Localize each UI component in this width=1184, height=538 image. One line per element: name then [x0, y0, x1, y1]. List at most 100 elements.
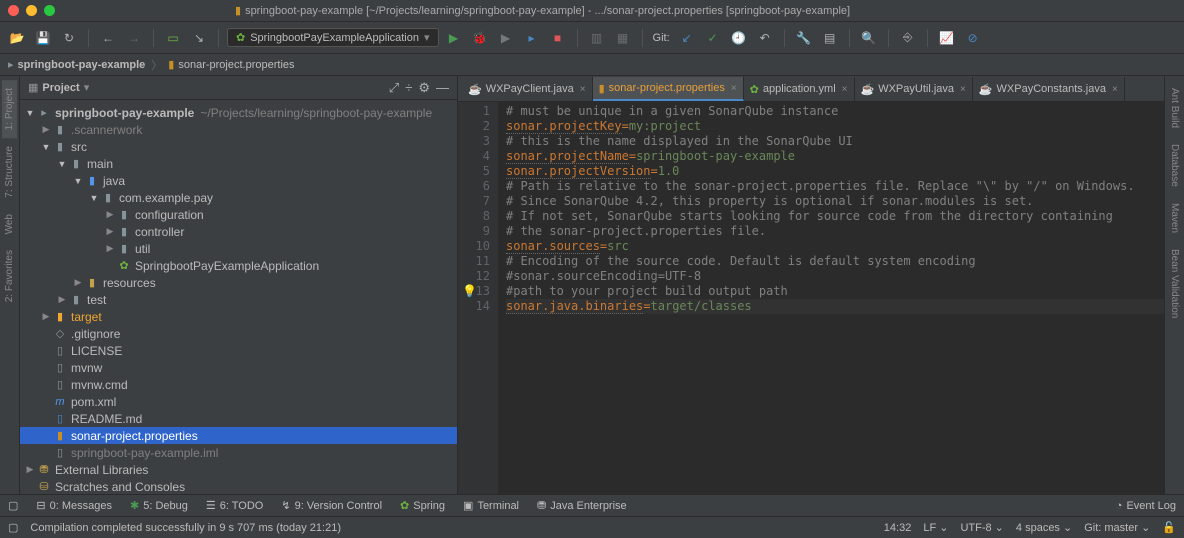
wrench-icon[interactable]: 🔧	[793, 27, 815, 49]
close-icon[interactable]: ×	[960, 84, 966, 95]
status-git-branch[interactable]: Git: master ⌄	[1084, 521, 1150, 534]
bottom-event-log[interactable]: ◔ Event Log	[1116, 500, 1176, 512]
tree-scratches[interactable]: ⛁Scratches and Consoles	[20, 478, 457, 494]
tree-external-libs[interactable]: ▶⛃External Libraries	[20, 461, 457, 478]
project-sidebar: ▦ Project ▾ ⤢ ÷ ⚙ — ▼▸springboot-pay-exa…	[20, 76, 458, 494]
close-icon[interactable]: ×	[1112, 84, 1118, 95]
tree-java[interactable]: ▼▮java	[20, 172, 457, 189]
git-revert-icon[interactable]: ↶	[754, 27, 776, 49]
tree-gitignore[interactable]: ◇.gitignore	[20, 325, 457, 342]
bottom-todo[interactable]: ☰ 6: TODO	[206, 499, 263, 512]
bottom-terminal[interactable]: ▣ Terminal	[463, 499, 519, 512]
tree-configuration[interactable]: ▶▮configuration	[20, 206, 457, 223]
bottom-spring[interactable]: ✿ Spring	[400, 499, 445, 512]
tree-target[interactable]: ▶▮target	[20, 308, 457, 325]
close-icon[interactable]: ×	[580, 84, 586, 95]
gear-icon[interactable]: ⚙	[418, 80, 430, 96]
status-lock-icon[interactable]: 🔓	[1162, 521, 1176, 534]
status-line-ending[interactable]: LF ⌄	[923, 521, 948, 534]
minimize-window-button[interactable]	[26, 5, 37, 16]
git-history-icon[interactable]: 🕘	[728, 27, 750, 49]
tree-src[interactable]: ▼▮src	[20, 138, 457, 155]
code-editor[interactable]: 1234567891011121314 # must be unique in …	[458, 102, 1164, 494]
close-icon[interactable]: ×	[731, 83, 737, 94]
tab-wxpayclient[interactable]: ☕WXPayClient.java×	[462, 77, 593, 101]
panel-web[interactable]: Web	[2, 206, 17, 242]
stop-icon[interactable]: ■	[547, 27, 569, 49]
tree-scannerwork[interactable]: ▶▮.scannerwork	[20, 121, 457, 138]
tab-wxpayutil[interactable]: ☕WXPayUtil.java×	[855, 77, 973, 101]
git-update-icon[interactable]: ↙	[676, 27, 698, 49]
panel-database[interactable]: Database	[1167, 136, 1182, 195]
status-encoding[interactable]: UTF-8 ⌄	[960, 521, 1003, 534]
tree-test[interactable]: ▶▮test	[20, 291, 457, 308]
actions-icon[interactable]: ⎆	[897, 27, 919, 49]
scroll-from-source-icon[interactable]: ⤢	[389, 80, 399, 96]
panel-bean-validation[interactable]: Bean Validation	[1167, 241, 1182, 326]
forward-icon[interactable]: →	[123, 27, 145, 49]
profile-icon[interactable]: ▸	[521, 27, 543, 49]
breadcrumb-file[interactable]: ▮sonar-project.properties	[168, 58, 294, 71]
intention-bulb-icon[interactable]: 💡	[462, 284, 477, 298]
git-commit-icon[interactable]: ✓	[702, 27, 724, 49]
tab-application-yml[interactable]: ✿application.yml×	[744, 77, 855, 101]
tab-sonar-properties[interactable]: ▮sonar-project.properties×	[593, 77, 744, 101]
hide-icon[interactable]: —	[436, 80, 449, 95]
breadcrumb: ▸springboot-pay-example 〉 ▮sonar-project…	[0, 54, 1184, 76]
tree-sonar-properties[interactable]: ▮sonar-project.properties	[20, 427, 457, 444]
panel-project[interactable]: 1: Project	[2, 80, 17, 138]
refresh-icon[interactable]: ↻	[58, 27, 80, 49]
layout1-icon[interactable]: ▥	[586, 27, 608, 49]
bottom-debug[interactable]: ✱ 5: Debug	[130, 499, 188, 512]
tree-package[interactable]: ▼▮com.example.pay	[20, 189, 457, 206]
editor-tabs: ☕WXPayClient.java× ▮sonar-project.proper…	[458, 76, 1164, 102]
tree-app-class[interactable]: ✿SpringbootPayExampleApplication	[20, 257, 457, 274]
sidebar-header: ▦ Project ▾ ⤢ ÷ ⚙ —	[20, 76, 457, 100]
status-indent[interactable]: 4 spaces ⌄	[1016, 521, 1072, 534]
build-project-icon[interactable]: ↘	[188, 27, 210, 49]
tree-controller[interactable]: ▶▮controller	[20, 223, 457, 240]
maximize-window-button[interactable]	[44, 5, 55, 16]
close-icon[interactable]: ×	[842, 84, 848, 95]
run-config-dropdown[interactable]: ✿SpringbootPayExampleApplication▾	[227, 28, 439, 47]
debug-icon[interactable]: 🐞	[469, 27, 491, 49]
open-icon[interactable]: 📂	[6, 27, 28, 49]
tree-iml[interactable]: ▯springboot-pay-example.iml	[20, 444, 457, 461]
tree-main[interactable]: ▼▮main	[20, 155, 457, 172]
structure-icon[interactable]: ▤	[819, 27, 841, 49]
bottom-window-icon[interactable]: ▢	[8, 499, 18, 512]
panel-favorites[interactable]: 2: Favorites	[2, 242, 17, 310]
tree-mvnw[interactable]: ▯mvnw	[20, 359, 457, 376]
tree-resources[interactable]: ▶▮resources	[20, 274, 457, 291]
tree-readme[interactable]: ▯README.md	[20, 410, 457, 427]
bottom-messages[interactable]: ⊟ 0: Messages	[36, 499, 112, 512]
run-icon[interactable]: ▶	[443, 27, 465, 49]
layout2-icon[interactable]: ▦	[612, 27, 634, 49]
titlebar: ▮ springboot-pay-example [~/Projects/lea…	[0, 0, 1184, 22]
profiler2-icon[interactable]: ⊘	[962, 27, 984, 49]
close-window-button[interactable]	[8, 5, 19, 16]
tree-project-root[interactable]: ▼▸springboot-pay-example~/Projects/learn…	[20, 104, 457, 121]
bottom-jee[interactable]: ⛃ Java Enterprise	[537, 499, 627, 512]
project-tree[interactable]: ▼▸springboot-pay-example~/Projects/learn…	[20, 100, 457, 494]
tree-mvnwcmd[interactable]: ▯mvnw.cmd	[20, 376, 457, 393]
panel-structure[interactable]: 7: Structure	[2, 138, 17, 206]
tree-license[interactable]: ▯LICENSE	[20, 342, 457, 359]
back-icon[interactable]: ←	[97, 27, 119, 49]
build-icon[interactable]: ▭	[162, 27, 184, 49]
status-cursor-pos[interactable]: 14:32	[884, 522, 912, 534]
status-tips-icon[interactable]: ▢	[8, 521, 18, 534]
save-icon[interactable]: 💾	[32, 27, 54, 49]
tree-util[interactable]: ▶▮util	[20, 240, 457, 257]
breadcrumb-root[interactable]: ▸springboot-pay-example	[8, 58, 145, 71]
panel-maven[interactable]: Maven	[1167, 195, 1182, 241]
search-icon[interactable]: 🔍	[858, 27, 880, 49]
panel-ant[interactable]: Ant Build	[1167, 80, 1182, 136]
right-tool-strip: Ant Build Database Maven Bean Validation	[1164, 76, 1184, 494]
profiler1-icon[interactable]: 📈	[936, 27, 958, 49]
bottom-version-control[interactable]: ↯ 9: Version Control	[281, 499, 382, 512]
tab-wxpayconstants[interactable]: ☕WXPayConstants.java×	[973, 77, 1125, 101]
tree-pom[interactable]: mpom.xml	[20, 393, 457, 410]
coverage-icon[interactable]: ▶	[495, 27, 517, 49]
collapse-all-icon[interactable]: ÷	[405, 80, 412, 95]
